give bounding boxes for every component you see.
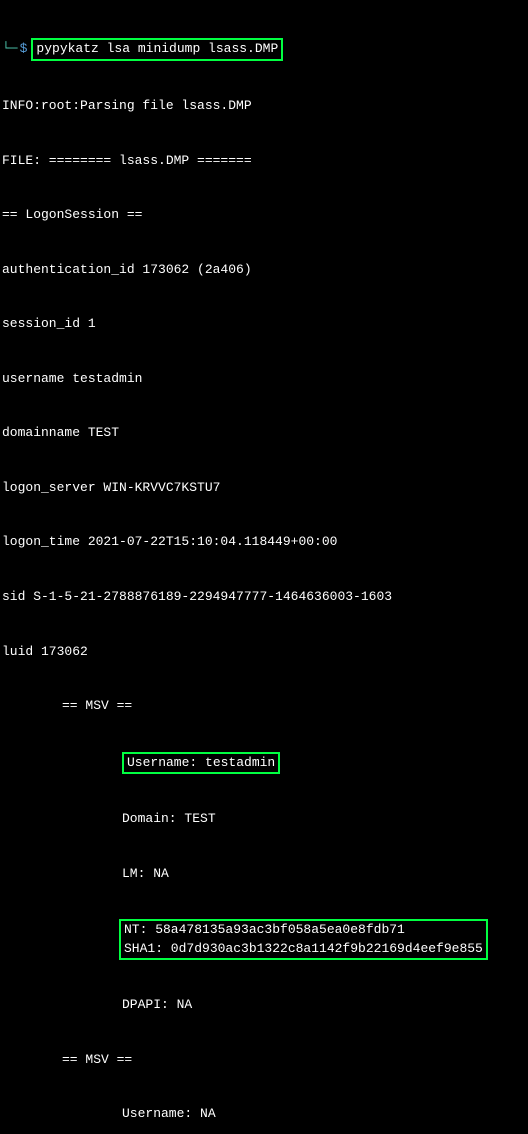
logon-session-header: == LogonSession == (2, 206, 526, 224)
msv1-lm: LM: NA (2, 865, 526, 883)
prompt-arrow-icon: └─ (2, 40, 18, 58)
username: username testadmin (2, 370, 526, 388)
session-id: session_id 1 (2, 315, 526, 333)
terminal-output: └─ $ pypykatz lsa minidump lsass.DMP INF… (2, 2, 526, 1134)
domainname: domainname TEST (2, 424, 526, 442)
msv1-username-highlighted: Username: testadmin (122, 752, 280, 774)
msv-header-1: == MSV == (2, 697, 526, 715)
command-highlighted: pypykatz lsa minidump lsass.DMP (31, 38, 283, 60)
msv1-nt: NT: 58a478135a93ac3bf058a5ea0e8fdb71 (124, 922, 405, 937)
luid: luid 173062 (2, 643, 526, 661)
logon-server: logon_server WIN-KRVVC7KSTU7 (2, 479, 526, 497)
logon-time: logon_time 2021-07-22T15:10:04.118449+00… (2, 533, 526, 551)
sid: sid S-1-5-21-2788876189-2294947777-14646… (2, 588, 526, 606)
output-info: INFO:root:Parsing file lsass.DMP (2, 97, 526, 115)
msv1-hashes-highlighted: NT: 58a478135a93ac3bf058a5ea0e8fdb71 SHA… (119, 919, 488, 959)
msv1-sha1: SHA1: 0d7d930ac3b1322c8a1142f9b22169d4ee… (124, 941, 483, 956)
prompt-dollar-icon: $ (20, 40, 28, 58)
msv-header-2: == MSV == (2, 1051, 526, 1069)
output-file: FILE: ======== lsass.DMP ======= (2, 152, 526, 170)
msv2-username: Username: NA (2, 1105, 526, 1123)
auth-id: authentication_id 173062 (2a406) (2, 261, 526, 279)
msv1-domain: Domain: TEST (2, 810, 526, 828)
msv1-dpapi: DPAPI: NA (2, 996, 526, 1014)
prompt-line[interactable]: └─ $ pypykatz lsa minidump lsass.DMP (2, 38, 526, 60)
